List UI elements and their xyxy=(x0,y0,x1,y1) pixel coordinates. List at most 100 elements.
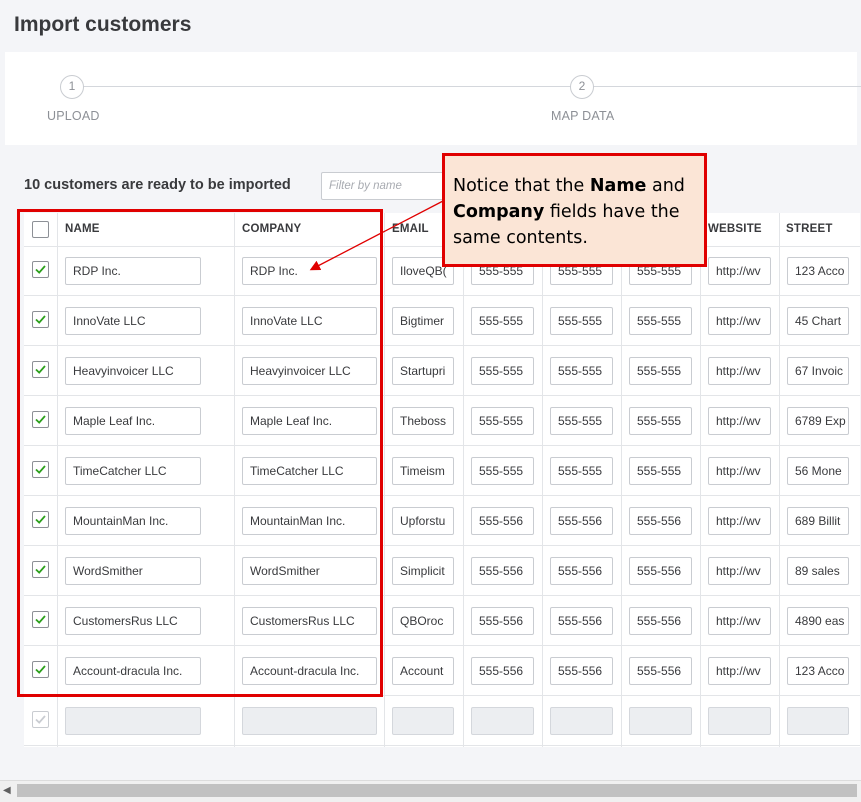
website-field[interactable]: http://wv xyxy=(708,407,771,435)
street-field[interactable]: 689 Billit xyxy=(787,507,849,535)
name-field[interactable]: TimeCatcher LLC xyxy=(65,457,201,485)
email-field[interactable]: Simplicit xyxy=(392,557,454,585)
company-field[interactable]: Account-dracula Inc. xyxy=(242,657,377,685)
name-field[interactable]: CustomersRus LLC xyxy=(65,607,201,635)
filter-by-name-input[interactable] xyxy=(321,172,451,200)
row-select-checkbox[interactable] xyxy=(32,561,49,578)
street-field[interactable]: 4890 eas xyxy=(787,607,849,635)
phone-field[interactable]: 555-555 xyxy=(629,357,692,385)
phone-field[interactable]: 555-556 xyxy=(550,607,613,635)
table-row: InnoVate LLC InnoVate LLC Bigtimer 555-555 5… xyxy=(24,296,860,346)
phone-field[interactable]: 555-556 xyxy=(550,507,613,535)
website-field[interactable]: http://wv xyxy=(708,457,771,485)
phone-field[interactable]: 555-556 xyxy=(471,507,534,535)
horizontal-scrollbar[interactable]: ◀ xyxy=(0,780,861,802)
street-field[interactable]: 6789 Exp xyxy=(787,407,849,435)
website-field[interactable]: http://wv xyxy=(708,257,771,285)
row-select-checkbox[interactable] xyxy=(32,411,49,428)
street-field[interactable]: 45 Chart xyxy=(787,307,849,335)
company-field[interactable]: WordSmither xyxy=(242,557,377,585)
phone-field[interactable]: 555-556 xyxy=(471,657,534,685)
street-field[interactable]: 89 sales xyxy=(787,557,849,585)
table-row xyxy=(24,696,860,746)
scroll-left-icon[interactable]: ◀ xyxy=(3,785,11,796)
column-divider xyxy=(57,213,58,747)
checkmark-icon xyxy=(35,415,46,424)
street-field[interactable]: 123 Acco xyxy=(787,257,849,285)
name-field[interactable]: Account-dracula Inc. xyxy=(65,657,201,685)
phone-field[interactable]: 555-555 xyxy=(629,457,692,485)
company-field[interactable]: InnoVate LLC xyxy=(242,307,377,335)
phone-field[interactable]: 555-555 xyxy=(550,357,613,385)
phone-field[interactable]: 555-556 xyxy=(550,657,613,685)
website-field[interactable]: http://wv xyxy=(708,657,771,685)
company-field[interactable]: CustomersRus LLC xyxy=(242,607,377,635)
company-field[interactable]: Heavyinvoicer LLC xyxy=(242,357,377,385)
phone-field[interactable]: 555-555 xyxy=(471,357,534,385)
name-field[interactable]: Heavyinvoicer LLC xyxy=(65,357,201,385)
email-field[interactable]: Account xyxy=(392,657,454,685)
name-field[interactable]: Maple Leaf Inc. xyxy=(65,407,201,435)
email-field[interactable]: Theboss xyxy=(392,407,454,435)
phone-field[interactable]: 555-555 xyxy=(471,307,534,335)
email-field[interactable]: Bigtimer xyxy=(392,307,454,335)
phone-field[interactable]: 555-555 xyxy=(629,407,692,435)
phone-field[interactable]: 555-555 xyxy=(550,457,613,485)
row-select-checkbox[interactable] xyxy=(32,661,49,678)
website-field[interactable]: http://wv xyxy=(708,557,771,585)
phone-field[interactable]: 555-556 xyxy=(550,557,613,585)
website-field[interactable]: http://wv xyxy=(708,607,771,635)
row-select-checkbox[interactable] xyxy=(32,711,49,728)
name-field[interactable]: RDP Inc. xyxy=(65,257,201,285)
website-field[interactable]: http://wv xyxy=(708,507,771,535)
callout-text-part: Notice that the xyxy=(453,176,590,196)
company-field[interactable] xyxy=(242,707,377,735)
row-select-checkbox[interactable] xyxy=(32,361,49,378)
email-field[interactable] xyxy=(392,707,454,735)
company-field[interactable]: TimeCatcher LLC xyxy=(242,457,377,485)
email-field[interactable]: Timeism xyxy=(392,457,454,485)
row-select-checkbox[interactable] xyxy=(32,261,49,278)
phone-field[interactable]: 555-556 xyxy=(471,607,534,635)
phone-field[interactable]: 555-556 xyxy=(471,557,534,585)
phone-field[interactable] xyxy=(471,707,534,735)
website-field[interactable]: http://wv xyxy=(708,357,771,385)
step-2-label: MAP DATA xyxy=(551,109,615,123)
phone-field[interactable]: 555-555 xyxy=(550,407,613,435)
row-select-checkbox[interactable] xyxy=(32,511,49,528)
phone-field[interactable]: 555-556 xyxy=(629,607,692,635)
website-field[interactable]: http://wv xyxy=(708,307,771,335)
phone-field[interactable]: 555-555 xyxy=(471,457,534,485)
select-all-checkbox[interactable] xyxy=(32,221,49,238)
street-field[interactable]: 67 Invoic xyxy=(787,357,849,385)
row-select-checkbox[interactable] xyxy=(32,311,49,328)
street-field[interactable]: 123 Acco xyxy=(787,657,849,685)
phone-field[interactable]: 555-555 xyxy=(550,307,613,335)
phone-field[interactable] xyxy=(550,707,613,735)
row-select-checkbox[interactable] xyxy=(32,461,49,478)
name-field[interactable]: WordSmither xyxy=(65,557,201,585)
company-field[interactable]: MountainMan Inc. xyxy=(242,507,377,535)
website-field[interactable] xyxy=(708,707,771,735)
email-field[interactable]: Startupri xyxy=(392,357,454,385)
step-2-indicator: 2 xyxy=(570,75,594,99)
name-field[interactable]: InnoVate LLC xyxy=(65,307,201,335)
street-field[interactable]: 56 Mone xyxy=(787,457,849,485)
name-field[interactable]: MountainMan Inc. xyxy=(65,507,201,535)
scrollbar-thumb[interactable] xyxy=(17,784,857,797)
phone-field[interactable]: 555-556 xyxy=(629,507,692,535)
phone-field[interactable]: 555-556 xyxy=(629,557,692,585)
checkmark-icon xyxy=(35,615,46,624)
company-field[interactable]: Maple Leaf Inc. xyxy=(242,407,377,435)
phone-field[interactable]: 555-555 xyxy=(629,307,692,335)
company-field[interactable]: RDP Inc. xyxy=(242,257,377,285)
phone-field[interactable]: 555-556 xyxy=(629,657,692,685)
phone-field[interactable]: 555-555 xyxy=(471,407,534,435)
email-field[interactable]: QBOroc xyxy=(392,607,454,635)
name-field[interactable] xyxy=(65,707,201,735)
phone-field[interactable] xyxy=(629,707,692,735)
street-field[interactable] xyxy=(787,707,849,735)
email-field[interactable]: Upforstu xyxy=(392,507,454,535)
customer-table: NAME COMPANY EMAIL WEBSITE STREET RDP In… xyxy=(24,213,860,747)
row-select-checkbox[interactable] xyxy=(32,611,49,628)
